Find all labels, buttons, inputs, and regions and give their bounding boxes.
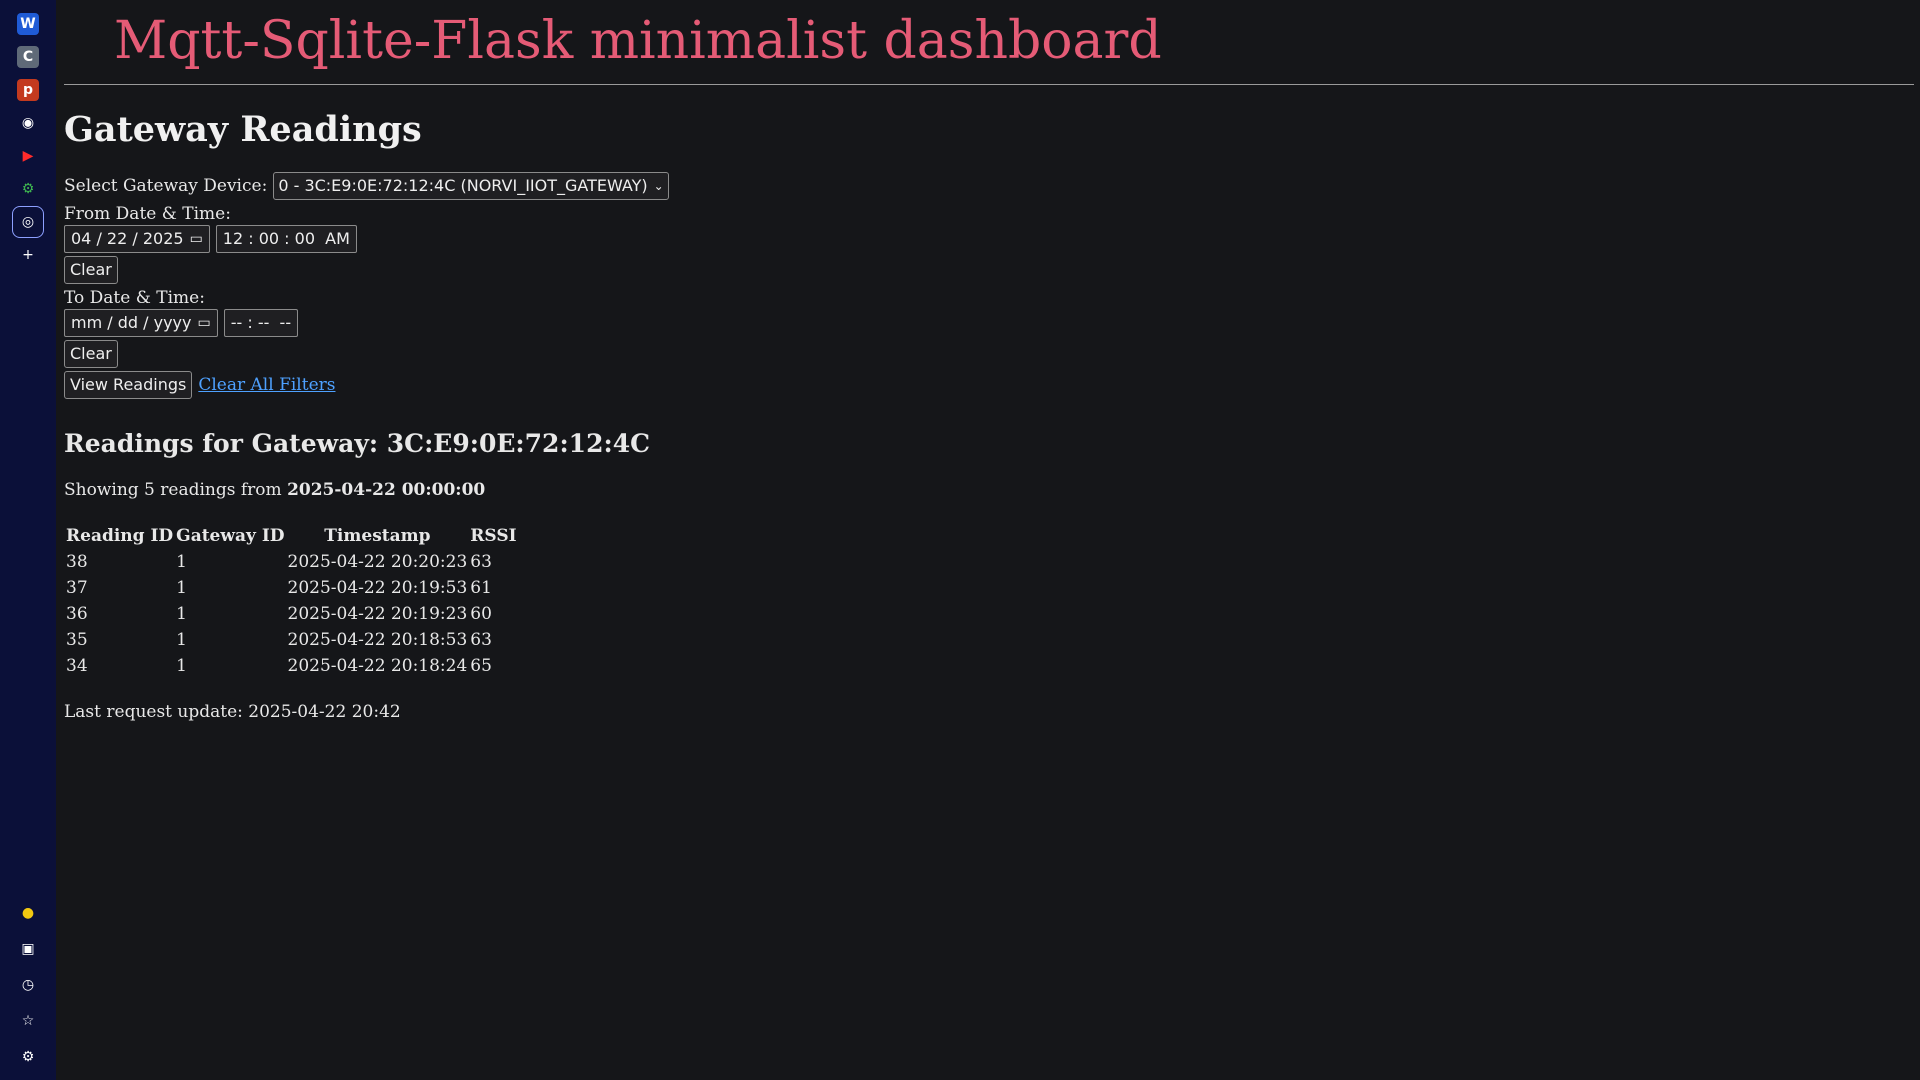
green-extension-icon: ⚙ — [21, 181, 35, 197]
table-cell: 60 — [470, 604, 492, 624]
save-icon: ▣ — [21, 941, 35, 957]
table-cell: 38 — [66, 552, 88, 572]
clear-to-button[interactable]: Clear — [64, 340, 118, 368]
table-cell: 61 — [470, 578, 492, 598]
filter-form: Select Gateway Device: 0 - 3C:E9:0E:72:1… — [64, 172, 1914, 399]
readings-summary: Showing 5 readings from 2025-04-22 00:00… — [64, 480, 1914, 500]
view-readings-button[interactable]: View Readings — [64, 371, 193, 399]
table-cell: 2025-04-22 20:18:24 — [287, 656, 468, 676]
to-time-value: -- : -- -- — [230, 313, 292, 332]
to-date-input[interactable]: mm / dd / yyyy ▭ — [64, 309, 218, 337]
table-cell: 1 — [176, 578, 187, 598]
github-icon: ◉ — [21, 115, 35, 131]
calendar-icon[interactable]: ▭ — [197, 312, 210, 334]
w-app-button[interactable]: W — [12, 8, 44, 40]
table-row: 37 1 2025-04-22 20:19:53 61 — [66, 576, 517, 600]
chat-button[interactable]: ● — [12, 897, 44, 929]
device-label: Select Gateway Device: — [64, 176, 268, 196]
settings-icon: ⚙ — [21, 1049, 35, 1065]
to-label: To Date & Time: — [64, 288, 205, 308]
globe-button[interactable]: ◎ — [12, 206, 44, 238]
summary-prefix: Showing 5 readings from — [64, 480, 282, 500]
add-icon: + — [22, 247, 34, 263]
table-header-row: Reading ID Gateway ID Timestamp RSSI — [66, 524, 517, 548]
column-header: RSSI — [470, 526, 517, 546]
calendar-icon[interactable]: ▭ — [190, 228, 203, 250]
table-cell: 1 — [176, 604, 187, 624]
clear-all-filters-link[interactable]: Clear All Filters — [198, 374, 335, 396]
device-select-value: 0 - 3C:E9:0E:72:12:4C (NORVI_IIOT_GATEWA… — [278, 176, 648, 195]
table-cell: 2025-04-22 20:19:23 — [287, 604, 468, 624]
table-cell: 1 — [176, 656, 187, 676]
section-title: Gateway Readings — [64, 109, 422, 150]
chevron-down-icon: ⌄ — [653, 179, 664, 193]
table-cell: 63 — [470, 552, 492, 572]
table-cell: 35 — [66, 630, 88, 650]
from-time-input[interactable]: 12 : 00 : 00 AM — [215, 225, 357, 253]
table-cell: 2025-04-22 20:19:53 — [287, 578, 468, 598]
sidebar-bottom-group: ● ▣ ◷ ☆ ⚙ — [0, 894, 56, 1074]
table-cell: 2025-04-22 20:20:23 — [287, 552, 468, 572]
add-button[interactable]: + — [12, 239, 44, 271]
table-row: 36 1 2025-04-22 20:19:23 60 — [66, 602, 517, 626]
column-header: Gateway ID — [176, 526, 285, 546]
p-app-button[interactable]: p — [12, 74, 44, 106]
page-content: Mqtt-Sqlite-Flask minimalist dashboard G… — [64, 0, 1914, 722]
table-row: 38 1 2025-04-22 20:20:23 63 — [66, 550, 517, 574]
history-icon: ◷ — [21, 977, 35, 993]
from-date-input[interactable]: 04 / 22 / 2025 ▭ — [64, 225, 210, 253]
table-cell: 63 — [470, 630, 492, 650]
favorites-icon: ☆ — [21, 1013, 35, 1029]
summary-date: 2025-04-22 00:00:00 — [287, 480, 486, 500]
p-app-icon: p — [17, 79, 39, 101]
from-label: From Date & Time: — [64, 204, 231, 224]
table-cell: 36 — [66, 604, 88, 624]
column-header: Reading ID — [66, 526, 174, 546]
table-row: 34 1 2025-04-22 20:18:24 65 — [66, 654, 517, 678]
dashboard-title: Mqtt-Sqlite-Flask minimalist dashboard — [64, 0, 1914, 85]
youtube-icon: ▶ — [22, 148, 34, 164]
browser-sidebar: W Cp ◉ ▶ ⚙ ◎ + ● ▣ ◷ ☆ ⚙ — [0, 0, 56, 1080]
c-app-icon: C — [17, 46, 39, 68]
from-date-value: 04 / 22 / 2025 — [71, 229, 184, 248]
github-button[interactable]: ◉ — [12, 107, 44, 139]
chat-icon: ● — [21, 905, 35, 921]
table-cell: 65 — [470, 656, 492, 676]
settings-button[interactable]: ⚙ — [12, 1041, 44, 1073]
favorites-button[interactable]: ☆ — [12, 1005, 44, 1037]
table-cell: 1 — [176, 552, 187, 572]
save-button[interactable]: ▣ — [12, 933, 44, 965]
table-cell: 2025-04-22 20:18:53 — [287, 630, 468, 650]
history-button[interactable]: ◷ — [12, 969, 44, 1001]
w-app-icon: W — [17, 13, 39, 35]
to-date-value: mm / dd / yyyy — [71, 313, 192, 332]
last-update-text: Last request update: 2025-04-22 20:42 — [64, 702, 401, 722]
sidebar-top-group: W Cp ◉ ▶ ⚙ ◎ + — [12, 0, 44, 272]
to-time-input[interactable]: -- : -- -- — [223, 309, 299, 337]
clear-from-button[interactable]: Clear — [64, 256, 118, 284]
globe-icon: ◎ — [21, 214, 35, 230]
c-app-button[interactable]: C — [12, 41, 44, 73]
device-select[interactable]: 0 - 3C:E9:0E:72:12:4C (NORVI_IIOT_GATEWA… — [273, 172, 669, 200]
table-cell: 34 — [66, 656, 88, 676]
table-cell: 37 — [66, 578, 88, 598]
from-time-value: 12 : 00 : 00 AM — [222, 229, 350, 248]
readings-table: Reading ID Gateway ID Timestamp RSSI 38 … — [63, 522, 520, 680]
readings-title: Readings for Gateway: 3C:E9:0E:72:12:4C — [64, 429, 650, 458]
table-cell: 1 — [176, 630, 187, 650]
column-header: Timestamp — [324, 526, 431, 546]
youtube-button[interactable]: ▶ — [12, 140, 44, 172]
green-extension-button[interactable]: ⚙ — [12, 173, 44, 205]
table-row: 35 1 2025-04-22 20:18:53 63 — [66, 628, 517, 652]
